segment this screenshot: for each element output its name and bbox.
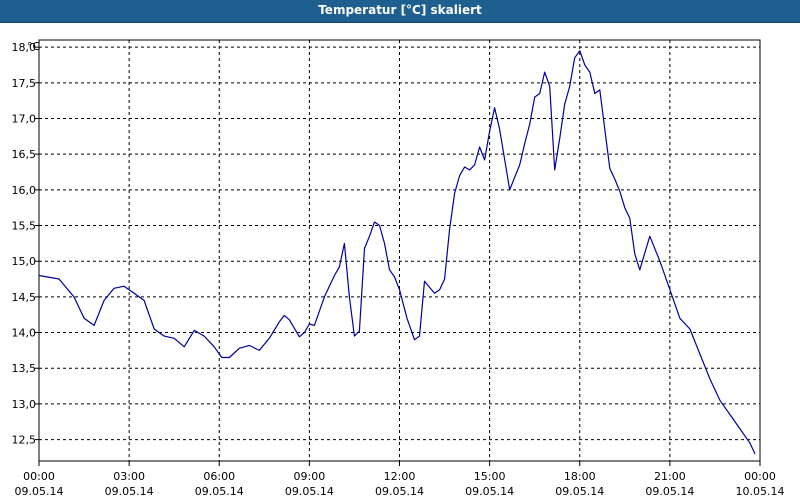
y-tick-label: 16,5	[12, 148, 37, 161]
x-tick-date-label: 09.05.14	[105, 485, 154, 498]
x-tick-time-label: 21:00	[654, 470, 686, 483]
y-tick-label: 14,5	[12, 291, 37, 304]
x-tick-time-label: 00:00	[744, 470, 776, 483]
x-tick-time-label: 00:00	[23, 470, 55, 483]
x-tick-date-label: 09.05.14	[375, 485, 424, 498]
x-tick-date-label: 09.05.14	[285, 485, 334, 498]
series-group	[38, 50, 756, 455]
y-tick-label: 17,5	[12, 77, 37, 90]
x-tick-time-label: 03:00	[113, 470, 145, 483]
y-tick-label: 15,0	[12, 255, 37, 268]
x-tick-date-label: 09.05.14	[15, 485, 64, 498]
x-tick-date-label: 09.05.14	[465, 485, 514, 498]
chart-grid	[39, 40, 760, 461]
x-tick-date-label: 09.05.14	[195, 485, 244, 498]
y-tick-label: 15,5	[12, 220, 37, 233]
x-tick-time-label: 15:00	[474, 470, 506, 483]
x-axis-ticks: 00:00 09.05.14 03:00 09.05.14 06:00 09.05.14 0…	[15, 461, 785, 498]
x-tick-time-label: 06:00	[203, 470, 235, 483]
y-axis-ticks: 18,0 17,5 17,0 16,5 16,0 15,5 15,0 14,5 14,0 13,5…	[12, 41, 39, 447]
y-tick-label: 17,0	[12, 112, 37, 125]
x-tick-time-label: 18:00	[564, 470, 596, 483]
temperature-series-line	[38, 50, 756, 455]
x-tick-time-label: 12:00	[384, 470, 416, 483]
x-tick-time-label: 09:00	[294, 470, 326, 483]
y-tick-label: 18,0	[12, 41, 37, 54]
y-tick-label: 13,5	[12, 362, 37, 375]
x-tick-date-label: 10.05.14	[736, 485, 785, 498]
temperature-chart: °C 18,017,517,016,516,015,515,014,514,01…	[12, 39, 785, 498]
x-tick-date-label: 09.05.14	[555, 485, 604, 498]
y-tick-label: 13,0	[12, 398, 37, 411]
x-tick-date-label: 09.05.14	[645, 485, 694, 498]
y-tick-label: 12,5	[12, 434, 37, 447]
y-tick-label: 16,0	[12, 184, 37, 197]
y-tick-label: 14,0	[12, 327, 37, 340]
